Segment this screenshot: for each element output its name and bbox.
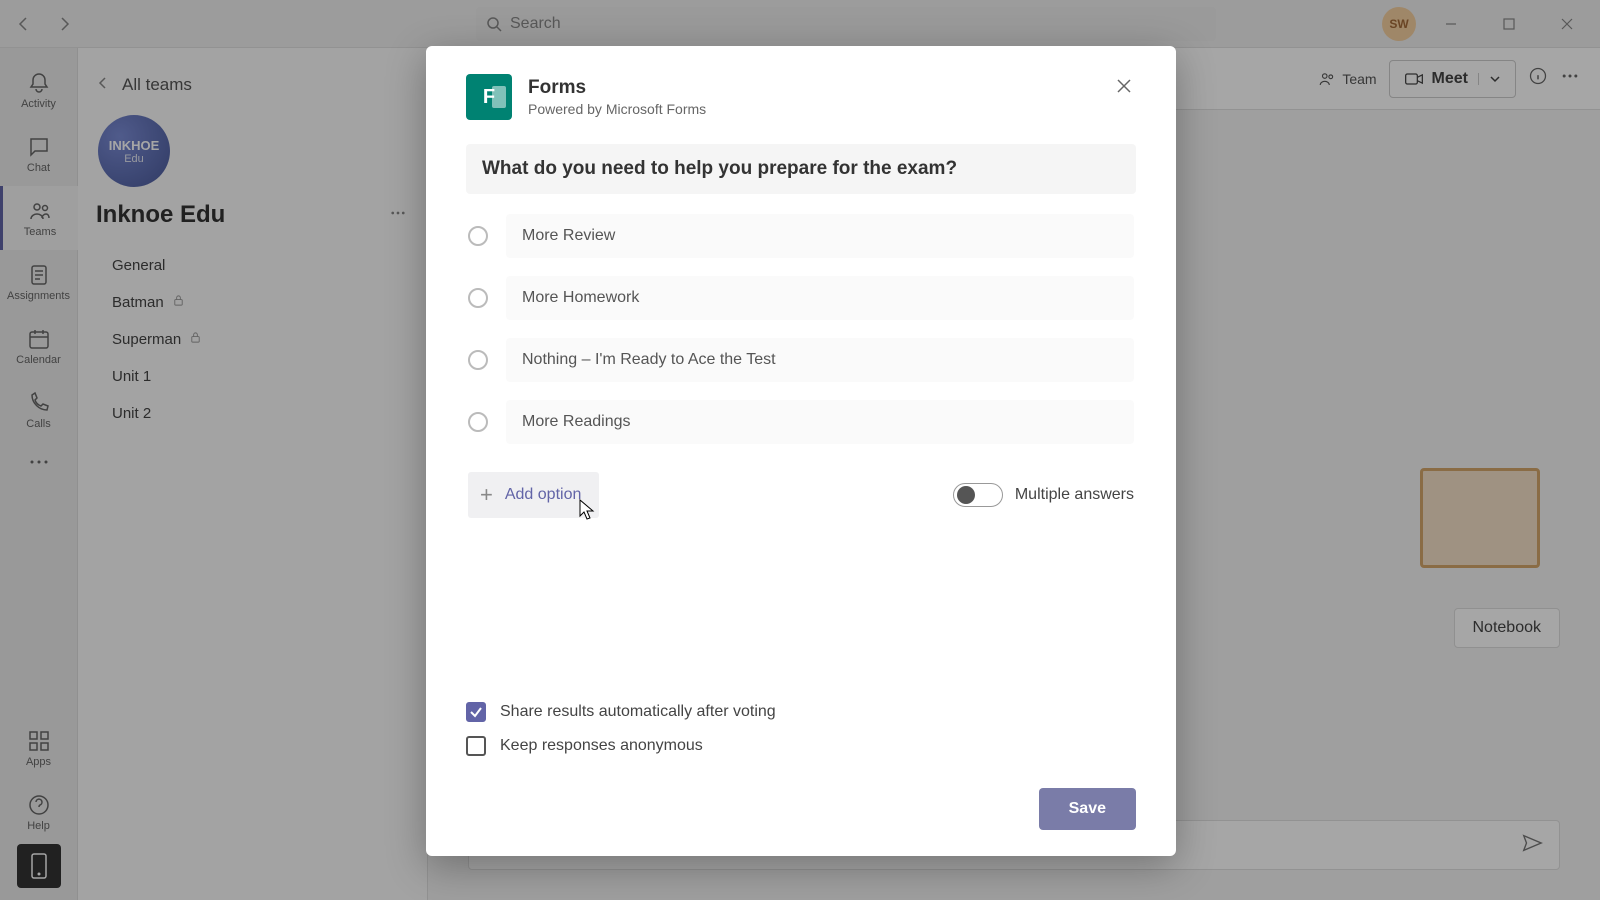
forms-app-icon: F (466, 74, 512, 120)
option-input[interactable]: Nothing – I'm Ready to Ace the Test (506, 338, 1134, 382)
option-row: More Readings (468, 400, 1134, 444)
radio-icon[interactable] (468, 412, 488, 432)
question-input[interactable]: What do you need to help you prepare for… (466, 144, 1136, 194)
radio-icon[interactable] (468, 226, 488, 246)
add-option-button[interactable]: + Add option (468, 472, 599, 518)
share-results-checkbox[interactable] (466, 702, 486, 722)
option-input[interactable]: More Homework (506, 276, 1134, 320)
forms-modal: F Forms Powered by Microsoft Forms What … (426, 46, 1176, 856)
save-button[interactable]: Save (1039, 788, 1136, 830)
modal-title: Forms (528, 77, 706, 99)
option-input[interactable]: More Readings (506, 400, 1134, 444)
options-list: More Review More Homework Nothing – I'm … (466, 214, 1136, 444)
option-row: More Review (468, 214, 1134, 258)
share-results-label: Share results automatically after voting (500, 703, 776, 721)
plus-icon: + (480, 482, 493, 508)
modal-subtitle: Powered by Microsoft Forms (528, 101, 706, 117)
multiple-answers-toggle[interactable] (953, 483, 1003, 507)
radio-icon[interactable] (468, 288, 488, 308)
keep-anonymous-checkbox[interactable] (466, 736, 486, 756)
modal-close-button[interactable] (1108, 70, 1140, 102)
option-input[interactable]: More Review (506, 214, 1134, 258)
multiple-answers-label: Multiple answers (1015, 486, 1134, 504)
radio-icon[interactable] (468, 350, 488, 370)
option-row: Nothing – I'm Ready to Ace the Test (468, 338, 1134, 382)
keep-anonymous-label: Keep responses anonymous (500, 737, 703, 755)
option-row: More Homework (468, 276, 1134, 320)
